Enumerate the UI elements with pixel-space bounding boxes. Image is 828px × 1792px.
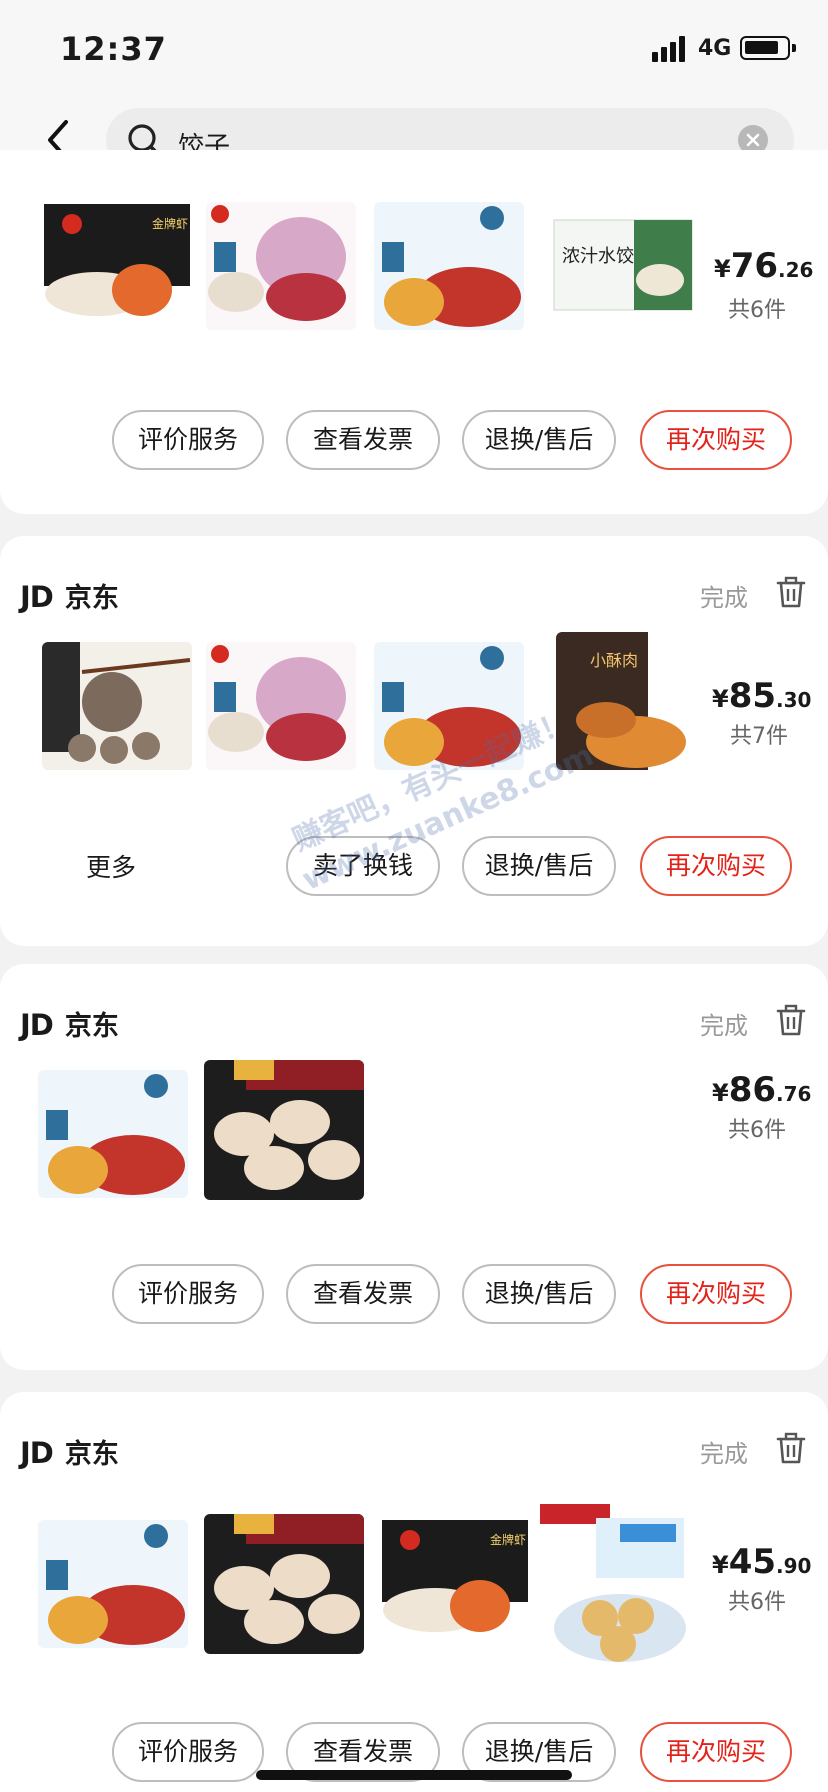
status-bar: 12:37 4G [0, 0, 828, 100]
shop-name[interactable]: JD 京东 [20, 576, 119, 615]
product-thumb-shrimp-dumpling[interactable] [374, 202, 524, 330]
review-service-button[interactable]: 评价服务 [112, 410, 264, 470]
status-time: 12:37 [60, 30, 167, 68]
product-thumb-soup-dumpling[interactable]: 浓汁水饺 [548, 202, 698, 330]
order-item-count: 共6件 [728, 298, 786, 323]
trash-icon[interactable] [776, 576, 806, 608]
order-price: ¥76.26 [714, 246, 814, 286]
review-service-button[interactable]: 评价服务 [112, 1264, 264, 1324]
buy-again-button[interactable]: 再次购买 [640, 836, 792, 896]
order-price: ¥45.90 [712, 1542, 812, 1582]
view-invoice-button[interactable]: 查看发票 [286, 410, 440, 470]
signal-icon [652, 34, 690, 62]
product-thumb-shrimp-dumpling[interactable] [38, 1520, 188, 1648]
order-card-3: JD 京东 完成 ¥86.76 共6件 评价服务 查看发票 退换/售后 再次购买 [0, 964, 828, 1370]
svg-text:金牌虾: 金牌虾 [152, 216, 188, 231]
review-service-button[interactable]: 评价服务 [112, 1722, 264, 1782]
buy-again-button[interactable]: 再次购买 [640, 410, 792, 470]
product-thumb-steamed-dumpling[interactable] [204, 1060, 364, 1200]
order-status: 完成 [700, 1012, 748, 1040]
svg-text:浓汁水饺: 浓汁水饺 [562, 246, 634, 267]
buy-again-button[interactable]: 再次购买 [640, 1264, 792, 1324]
return-service-button[interactable]: 退换/售后 [462, 1264, 616, 1324]
view-invoice-button[interactable]: 查看发票 [286, 1264, 440, 1324]
trash-icon[interactable] [776, 1432, 806, 1464]
order-card-4: JD 京东 完成 金牌虾 ¥45.90 共6件 评价服务 查看发票 退换/售后 再… [0, 1392, 828, 1792]
product-thumb-glutinous-balls[interactable] [540, 1498, 690, 1666]
order-card-2: JD 京东 完成 小酥肉 ¥85.30 共7件 更多 卖了换钱 退换/售后 再次购… [0, 536, 828, 946]
svg-text:小酥肉: 小酥肉 [590, 651, 638, 670]
order-status: 完成 [700, 1440, 748, 1468]
order-item-count: 共6件 [728, 1118, 786, 1143]
product-thumb-beef-balls[interactable] [42, 642, 192, 770]
home-indicator[interactable] [256, 1770, 572, 1780]
battery-icon [740, 36, 796, 60]
order-price: ¥85.30 [712, 676, 812, 716]
network-type: 4G [698, 36, 732, 61]
more-button[interactable]: 更多 [86, 848, 136, 884]
svg-text:金牌虾: 金牌虾 [490, 1532, 526, 1547]
return-service-button[interactable]: 退换/售后 [462, 836, 616, 896]
product-thumb-shrimp-dumpling[interactable] [38, 1070, 188, 1198]
order-item-count: 共7件 [730, 724, 788, 749]
product-thumb-beef-dumpling[interactable] [206, 642, 356, 770]
order-card-1: 金牌虾 浓汁水饺 ¥76.26 共6件 评价服务 查看发票 退换/售后 再次购买 [0, 150, 828, 514]
jd-logo-icon: JD [20, 1008, 54, 1042]
trash-icon[interactable] [776, 1004, 806, 1036]
order-item-count: 共6件 [728, 1590, 786, 1615]
return-service-button[interactable]: 退换/售后 [462, 410, 616, 470]
order-price: ¥86.76 [712, 1070, 812, 1110]
order-status: 完成 [700, 584, 748, 612]
jd-logo-icon: JD [20, 580, 54, 614]
shop-name[interactable]: JD 京东 [20, 1432, 119, 1471]
shop-name[interactable]: JD 京东 [20, 1004, 119, 1043]
product-thumb-steamed-dumpling[interactable] [204, 1514, 364, 1654]
jd-logo-icon: JD [20, 1436, 54, 1470]
product-thumb-shrimp[interactable]: 金牌虾 [380, 1518, 530, 1646]
product-thumb-beef-dumpling[interactable] [206, 202, 356, 330]
buy-again-button[interactable]: 再次购买 [640, 1722, 792, 1782]
product-thumb-shrimp[interactable]: 金牌虾 [42, 202, 192, 330]
